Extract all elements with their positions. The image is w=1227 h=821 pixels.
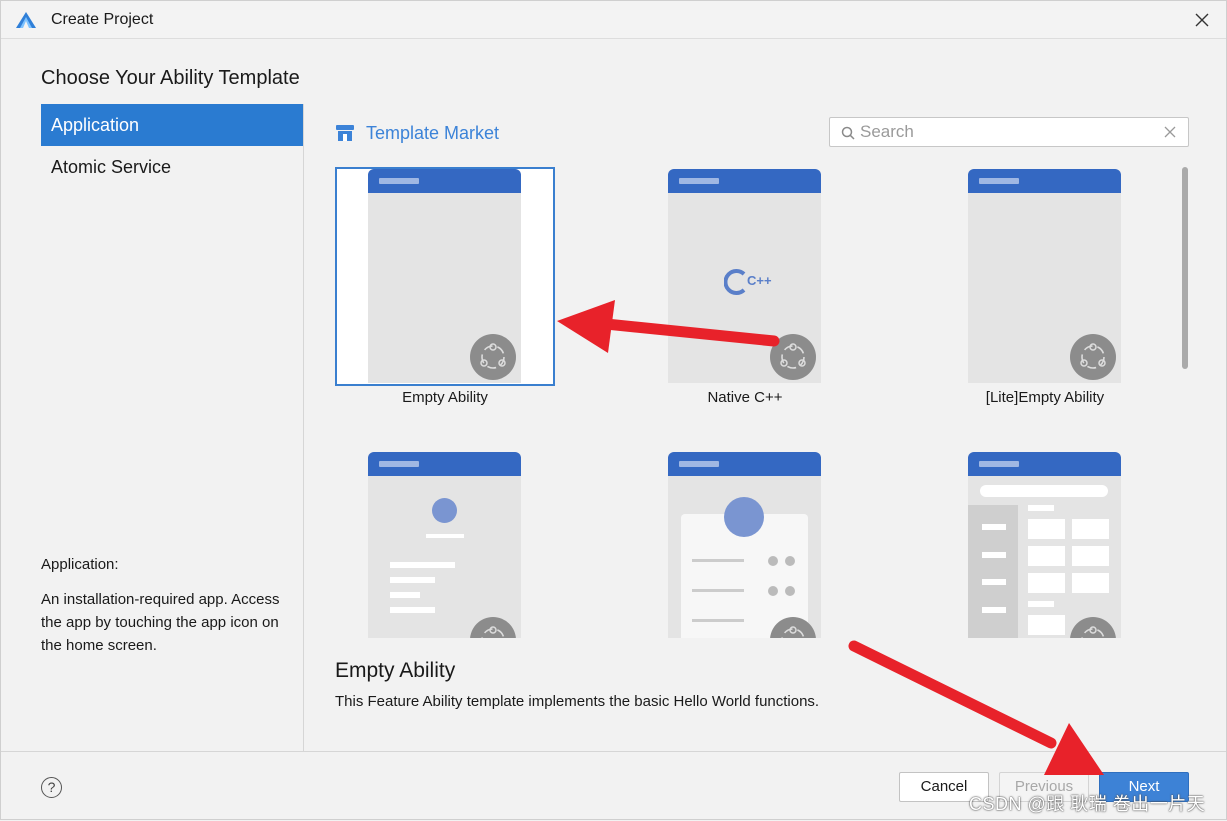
template-preview <box>668 452 821 638</box>
search-input[interactable] <box>860 121 1160 143</box>
store-icon <box>336 125 354 141</box>
sidebar-item-application[interactable]: Application <box>41 104 303 146</box>
template-card-ability[interactable] <box>631 444 851 638</box>
search-icon <box>841 126 855 140</box>
template-lite-empty-ability[interactable]: [Lite]Empty Ability <box>931 161 1151 411</box>
template-market-link[interactable]: Template Market <box>335 121 499 145</box>
app-logo-icon <box>16 12 36 28</box>
ability-badge-icon <box>1070 617 1116 638</box>
clear-search-icon[interactable] <box>1164 126 1176 138</box>
template-market-label: Template Market <box>366 122 500 143</box>
template-empty-ability[interactable]: Empty Ability <box>331 161 555 411</box>
template-label: [Lite]Empty Ability <box>985 389 1105 406</box>
template-native-cpp[interactable]: C++ Native C++ <box>631 161 851 411</box>
ability-badge-icon <box>470 334 516 380</box>
close-icon <box>1195 13 1209 27</box>
selected-template-name: Empty Ability <box>335 659 456 682</box>
close-button[interactable] <box>1188 6 1216 34</box>
template-preview <box>368 452 521 638</box>
help-icon[interactable]: ? <box>41 777 62 798</box>
ability-badge-icon <box>470 617 516 638</box>
template-list-ability[interactable] <box>331 444 551 638</box>
page-title: Choose Your Ability Template <box>41 67 300 89</box>
search-box <box>829 117 1189 147</box>
template-scrollbar[interactable] <box>1182 167 1188 369</box>
template-preview <box>968 452 1121 638</box>
create-project-dialog: Create Project Choose Your Ability Templ… <box>0 0 1227 820</box>
footer-divider <box>1 751 1226 752</box>
ability-badge-icon <box>770 334 816 380</box>
vertical-divider <box>303 104 304 751</box>
window-title: Create Project <box>51 11 154 28</box>
ability-badge-icon <box>1070 334 1116 380</box>
title-bar: Create Project <box>1 1 1226 39</box>
template-label: Empty Ability <box>402 389 488 406</box>
arrow-to-next-button <box>848 640 1104 775</box>
cpp-logo-icon: C++ <box>724 267 772 297</box>
category-description: Application: An installation-required ap… <box>41 553 291 657</box>
template-grid-ability[interactable] <box>931 444 1151 638</box>
template-preview <box>968 169 1121 383</box>
template-preview <box>368 169 521 383</box>
category-description-title: Application: <box>41 556 119 573</box>
watermark-text: CSDN @跟 耿瑞 卷出一片天 <box>969 794 1206 814</box>
selected-template-description: This Feature Ability template implements… <box>335 693 820 710</box>
sidebar-item-atomic-service[interactable]: Atomic Service <box>41 146 303 188</box>
template-grid: Empty Ability C++ Native C++ [Lite]Empty… <box>331 161 1171 638</box>
category-description-body: An installation-required app. Access the… <box>41 591 280 654</box>
category-sidebar: Application Atomic Service <box>41 104 303 188</box>
template-label: Native C++ <box>707 389 783 406</box>
template-preview: C++ <box>668 169 821 383</box>
